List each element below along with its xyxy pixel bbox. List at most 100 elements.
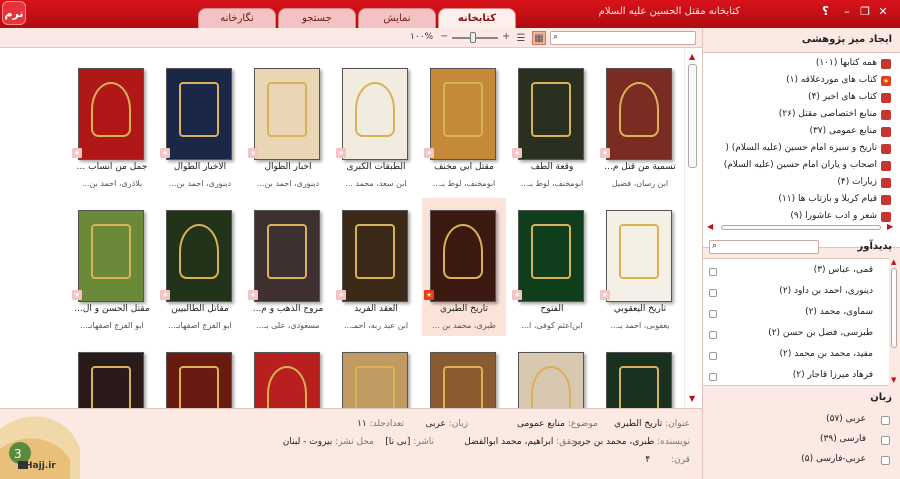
scroll-down-icon[interactable]: ▼: [891, 376, 896, 384]
book-card[interactable]: ★ مقتل أبي مخنف ابومخنف، لوط بـ...: [422, 56, 506, 194]
book-card[interactable]: ★ أخبار الطوال دینوری، احمد بن...: [246, 56, 330, 194]
book-card[interactable]: ★ مقتل الحسن و ال... ابو الفرج اصفهانـ...: [70, 198, 154, 336]
zoom-out-icon[interactable]: −: [440, 31, 448, 42]
book-card[interactable]: ★ تاريخ اليعقوبي یعقوبی، احمد بـ...: [598, 198, 682, 336]
book-card[interactable]: ★ مقاتل الطالبيين ابو الفرج اصفهانـ...: [158, 198, 242, 336]
book-cover[interactable]: [430, 352, 496, 408]
grid-view-icon[interactable]: ▦: [532, 31, 546, 45]
restore-icon[interactable]: ❐: [858, 4, 872, 18]
book-cover[interactable]: [78, 210, 144, 302]
collection-item[interactable]: زیارات (۴): [837, 177, 877, 187]
language-checkbox[interactable]: [881, 416, 890, 425]
book-cover[interactable]: [78, 68, 144, 160]
collection-item[interactable]: منابع اختصاصی مقتل (۲۶): [779, 109, 877, 119]
list-view-icon[interactable]: ☰: [514, 31, 528, 45]
language-item[interactable]: عربی-فارسی (۵): [801, 454, 866, 464]
book-cover[interactable]: [254, 210, 320, 302]
scroll-up-icon[interactable]: ▲: [689, 52, 695, 61]
book-card[interactable]: ★: [70, 340, 154, 408]
favorite-star-icon[interactable]: ★: [424, 290, 434, 300]
favorite-star-icon[interactable]: ★: [336, 290, 346, 300]
collection-item[interactable]: تاریخ و سیره امام حسین (علیه السلام) (: [725, 143, 877, 153]
book-card[interactable]: ★ العقد الفريد ابن عبد ربه، احمـ...: [334, 198, 418, 336]
creator-checkbox[interactable]: [709, 352, 717, 360]
favorite-star-icon[interactable]: ★: [72, 290, 82, 300]
book-cover[interactable]: [166, 68, 232, 160]
collection-item[interactable]: کتاب های اخیر (۴): [808, 92, 877, 102]
help-icon[interactable]: ؟: [822, 4, 829, 18]
book-cover[interactable]: [606, 352, 672, 408]
book-card[interactable]: ★ جمل من أنساب ... بلاذری، احمد بن...: [70, 56, 154, 194]
book-cover[interactable]: [254, 352, 320, 408]
book-cover[interactable]: [166, 210, 232, 302]
book-cover[interactable]: [342, 210, 408, 302]
language-checkbox[interactable]: [881, 456, 890, 465]
grid-scrollbar[interactable]: ▲ ▼: [684, 48, 700, 408]
creator-item[interactable]: قمی، عباس (۳): [814, 265, 873, 275]
minimize-icon[interactable]: –: [840, 4, 854, 18]
creator-item[interactable]: مفید، محمد بن محمد (۲): [779, 349, 873, 359]
language-item[interactable]: فارسی (۳۹): [820, 434, 866, 444]
book-cover[interactable]: [606, 210, 672, 302]
hscroll-track[interactable]: [721, 225, 881, 230]
zoom-in-icon[interactable]: +: [502, 31, 510, 42]
book-cover[interactable]: [518, 352, 584, 408]
scroll-down-icon[interactable]: ▼: [689, 394, 695, 403]
creator-checkbox[interactable]: [709, 289, 717, 297]
book-cover[interactable]: [518, 68, 584, 160]
book-cover[interactable]: [254, 68, 320, 160]
tab-gallery[interactable]: نگارخانه: [198, 8, 276, 28]
creator-item[interactable]: فرهاد میرزا قاجار (۲): [793, 370, 873, 380]
scroll-right-icon[interactable]: ▶: [887, 222, 893, 231]
book-cover[interactable]: [518, 210, 584, 302]
research-desk-title[interactable]: ایجاد میز پژوهشی: [802, 34, 892, 45]
library-search-input[interactable]: ⌕: [550, 31, 696, 45]
creator-checkbox[interactable]: [709, 268, 717, 276]
book-card[interactable]: ★: [246, 340, 330, 408]
book-card[interactable]: ★ مروج الذهب و م... مسعودی، علی بـ...: [246, 198, 330, 336]
collections-hscroll[interactable]: ◀ ▶: [707, 222, 897, 232]
scrollbar-thumb[interactable]: [688, 64, 697, 168]
favorite-star-icon[interactable]: ★: [336, 148, 346, 158]
book-cover[interactable]: [78, 352, 144, 408]
book-cover[interactable]: [606, 68, 672, 160]
collection-item[interactable]: منابع عمومی (۳۷): [809, 126, 877, 136]
book-card[interactable]: ★: [334, 340, 418, 408]
favorite-star-icon[interactable]: ★: [600, 290, 610, 300]
creator-item[interactable]: طبرسی، فضل بن حسن (۲): [768, 328, 873, 338]
favorite-star-icon[interactable]: ★: [72, 148, 82, 158]
scroll-up-icon[interactable]: ▲: [891, 258, 896, 266]
book-card[interactable]: ★ الأخبار الطوال دینوری، احمد بن...: [158, 56, 242, 194]
collection-item[interactable]: شعر و ادب عاشورا (۹): [790, 211, 877, 221]
creator-checkbox[interactable]: [709, 331, 717, 339]
book-card[interactable]: ★ الطبقات الكبرى ابن سعد، محمد ...: [334, 56, 418, 194]
book-card[interactable]: ★: [158, 340, 242, 408]
favorite-star-icon[interactable]: ★: [160, 290, 170, 300]
creator-scrollbar[interactable]: ▲ ▼: [889, 258, 900, 386]
creator-search-input[interactable]: ⌕: [709, 240, 819, 254]
scrollbar-thumb[interactable]: [891, 268, 897, 348]
tab-search[interactable]: جستجو: [278, 8, 356, 28]
collection-item[interactable]: همه کتابها (۱۰۱): [816, 58, 877, 68]
creator-item[interactable]: دینوری، احمد بن داود (۲): [779, 286, 873, 296]
favorite-star-icon[interactable]: ★: [248, 290, 258, 300]
favorite-star-icon[interactable]: ★: [600, 148, 610, 158]
collection-item[interactable]: قیام کربلا و بازتاب ها (۱۱): [778, 194, 877, 204]
tab-library[interactable]: کتابخانه: [438, 8, 516, 28]
book-card[interactable]: ★ تاريخ الطبري طبری، محمد بن ...: [422, 198, 506, 336]
book-card[interactable]: ★: [422, 340, 506, 408]
language-item[interactable]: عربی (۵۷): [826, 414, 866, 424]
book-card[interactable]: ★ تسمیة من قتل م... ابن رسان، فضیل: [598, 56, 682, 194]
book-cover[interactable]: [342, 68, 408, 160]
close-icon[interactable]: ✕: [876, 4, 890, 18]
book-card[interactable]: ★ وقعة الطف ابومخنف، لوط بـ...: [510, 56, 594, 194]
creator-checkbox[interactable]: [709, 310, 717, 318]
creator-checkbox[interactable]: [709, 373, 717, 381]
book-cover[interactable]: [430, 68, 496, 160]
book-cover[interactable]: [166, 352, 232, 408]
creator-item[interactable]: سماوی، محمد (۲): [805, 307, 873, 317]
favorite-star-icon[interactable]: ★: [160, 148, 170, 158]
favorite-star-icon[interactable]: ★: [424, 148, 434, 158]
zoom-slider-thumb[interactable]: [470, 32, 476, 43]
favorite-star-icon[interactable]: ★: [512, 290, 522, 300]
